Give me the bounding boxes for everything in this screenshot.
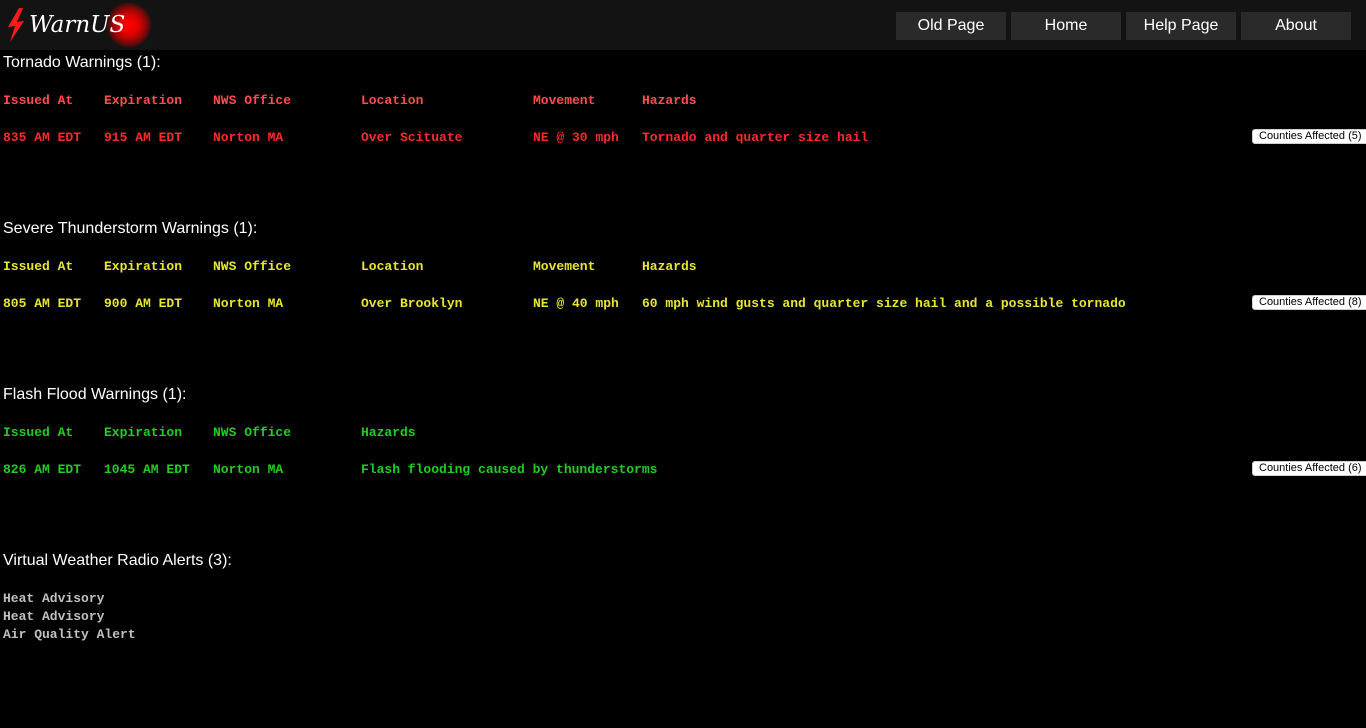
- expiration-cell: 1045 AM EDT: [104, 462, 190, 477]
- col-header-issued: Issued At: [3, 425, 74, 440]
- col-header-movement: Movement: [533, 93, 596, 108]
- col-header-office: NWS Office: [213, 425, 292, 440]
- movement-cell: NE @ 30 mph: [533, 130, 619, 145]
- severe-section-title: Severe Thunderstorm Warnings (1):: [3, 220, 258, 237]
- nav-home-button[interactable]: Home: [1011, 12, 1121, 40]
- col-header-hazards: Hazards: [642, 259, 697, 274]
- counties-affected-button[interactable]: Counties Affected (8): [1252, 295, 1366, 310]
- office-cell: Norton MA: [213, 130, 284, 145]
- counties-affected-button[interactable]: Counties Affected (5): [1252, 129, 1366, 144]
- hazards-cell: 60 mph wind gusts and quarter size hail …: [642, 296, 1126, 311]
- list-item[interactable]: Heat Advisory: [3, 609, 104, 624]
- col-header-expiration: Expiration: [104, 425, 183, 440]
- col-header-office: NWS Office: [213, 259, 292, 274]
- hazards-cell: Flash flooding caused by thunderstorms: [361, 462, 658, 477]
- col-header-location: Location: [361, 93, 424, 108]
- col-header-office: NWS Office: [213, 93, 292, 108]
- movement-cell: NE @ 40 mph: [533, 296, 619, 311]
- lightning-bolt-icon: [8, 8, 24, 42]
- office-cell: Norton MA: [213, 462, 284, 477]
- nav-about-button[interactable]: About: [1241, 12, 1351, 40]
- nav-help-page-button[interactable]: Help Page: [1126, 12, 1236, 40]
- col-header-hazards: Hazards: [361, 425, 416, 440]
- location-cell: Over Brooklyn: [361, 296, 463, 311]
- list-item[interactable]: Air Quality Alert: [3, 627, 136, 642]
- col-header-expiration: Expiration: [104, 93, 183, 108]
- top-bar: WarnUS Old Page Home Help Page About: [0, 0, 1366, 50]
- issued-cell: 835 AM EDT: [3, 130, 82, 145]
- hazards-cell: Tornado and quarter size hail: [642, 130, 869, 145]
- office-cell: Norton MA: [213, 296, 284, 311]
- issued-cell: 805 AM EDT: [3, 296, 82, 311]
- issued-cell: 826 AM EDT: [3, 462, 82, 477]
- col-header-movement: Movement: [533, 259, 596, 274]
- tornado-section-title: Tornado Warnings (1):: [3, 54, 161, 71]
- counties-affected-button[interactable]: Counties Affected (6): [1252, 461, 1366, 476]
- flood-section-title: Flash Flood Warnings (1):: [3, 386, 187, 403]
- col-header-hazards: Hazards: [642, 93, 697, 108]
- location-cell: Over Scituate: [361, 130, 463, 145]
- col-header-expiration: Expiration: [104, 259, 183, 274]
- logo-text: WarnUS: [29, 12, 126, 38]
- radio-section-title: Virtual Weather Radio Alerts (3):: [3, 552, 232, 569]
- col-header-location: Location: [361, 259, 424, 274]
- col-header-issued: Issued At: [3, 93, 74, 108]
- col-header-issued: Issued At: [3, 259, 74, 274]
- nav-old-page-button[interactable]: Old Page: [896, 12, 1006, 40]
- logo[interactable]: WarnUS: [4, 2, 152, 48]
- expiration-cell: 915 AM EDT: [104, 130, 183, 145]
- expiration-cell: 900 AM EDT: [104, 296, 183, 311]
- list-item[interactable]: Heat Advisory: [3, 591, 104, 606]
